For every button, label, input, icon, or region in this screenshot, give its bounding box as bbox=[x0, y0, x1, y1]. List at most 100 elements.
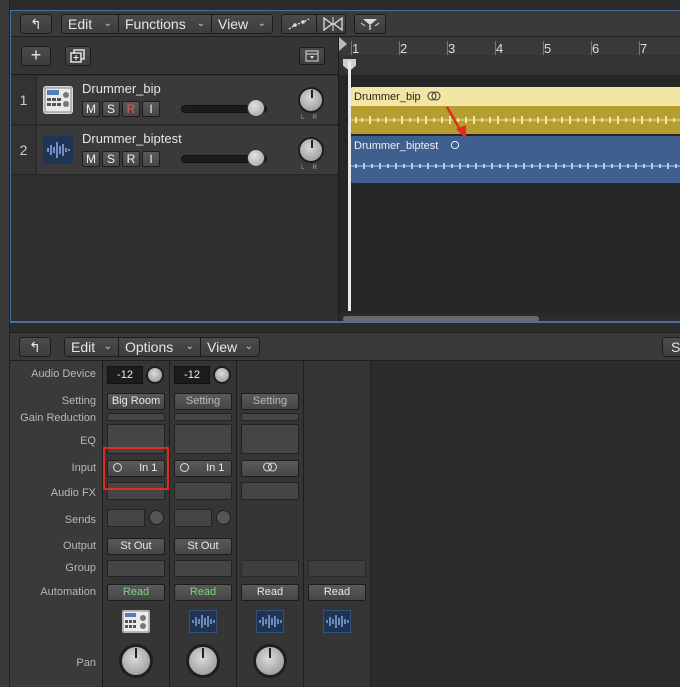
edit-menu[interactable]: Edit ⌄ bbox=[62, 15, 119, 33]
track-row[interactable]: 2 Drummer_biptest M S R I L R bbox=[11, 126, 338, 175]
annotation-highlight-box bbox=[103, 447, 169, 490]
mute-button[interactable]: M bbox=[82, 101, 100, 117]
setting-button[interactable]: Big Room bbox=[107, 393, 165, 410]
solo-button[interactable]: S bbox=[102, 151, 120, 167]
left-locator-marker[interactable] bbox=[339, 37, 347, 51]
mixer-filter-button[interactable]: S bbox=[662, 337, 680, 357]
region-drummer-biptest[interactable]: Drummer_biptest bbox=[351, 136, 680, 183]
scrollbar-thumb[interactable] bbox=[343, 316, 539, 321]
pan-knob[interactable] bbox=[186, 644, 220, 678]
group-slot[interactable] bbox=[308, 560, 366, 577]
track-name[interactable]: Drummer_bip bbox=[82, 81, 161, 96]
audio-fx-slot[interactable] bbox=[241, 482, 299, 500]
back-arrow-icon: ↰ bbox=[30, 16, 42, 32]
group-slot[interactable] bbox=[107, 560, 165, 577]
track-number: 2 bbox=[11, 126, 37, 174]
pan-knob[interactable] bbox=[119, 644, 153, 678]
audio-fx-slot[interactable] bbox=[174, 482, 232, 500]
label-sends: Sends bbox=[64, 514, 96, 526]
setting-button[interactable]: Setting bbox=[241, 393, 299, 410]
setting-button[interactable]: Setting bbox=[174, 393, 232, 410]
volume-fader-handle[interactable] bbox=[247, 99, 265, 117]
record-enable-button[interactable]: R bbox=[122, 151, 140, 167]
automation-tool-button[interactable] bbox=[282, 15, 317, 33]
playhead-line[interactable] bbox=[348, 61, 351, 311]
audio-device-knob[interactable] bbox=[213, 366, 231, 384]
functions-menu[interactable]: Functions ⌄ bbox=[119, 15, 212, 33]
automation-curve-icon bbox=[288, 18, 310, 30]
tool-group bbox=[281, 14, 346, 34]
mute-button[interactable]: M bbox=[82, 151, 100, 167]
automation-mode-button[interactable]: Read bbox=[107, 584, 165, 601]
input-slot[interactable] bbox=[241, 460, 299, 477]
ruler-bar-number: 5 bbox=[544, 41, 552, 56]
flex-tool-button[interactable] bbox=[317, 15, 349, 33]
input-slot[interactable]: In 1 bbox=[174, 460, 232, 477]
region-name: Drummer_biptest bbox=[354, 140, 461, 152]
track-list-empty-area bbox=[11, 176, 338, 321]
audio-device-knob[interactable] bbox=[146, 366, 164, 384]
mixer-menu-group: Edit ⌄ Options ⌄ View ⌄ bbox=[64, 337, 260, 357]
audio-device-gain[interactable]: -12 bbox=[174, 366, 210, 384]
region-drummer-bip[interactable]: Drummer_bip bbox=[351, 87, 680, 134]
options-menu[interactable]: Options ⌄ bbox=[119, 338, 201, 356]
back-button[interactable]: ↰ bbox=[19, 337, 51, 357]
ruler-bar-number: 3 bbox=[448, 41, 456, 56]
send-slot[interactable] bbox=[174, 509, 212, 527]
arrange-area[interactable]: 1 2 3 4 5 6 7 Drummer_bip Drummer_biptes… bbox=[338, 37, 680, 321]
output-slot[interactable]: St Out bbox=[107, 538, 165, 555]
input-monitor-button[interactable]: I bbox=[142, 151, 160, 167]
pan-lr-label: L R bbox=[301, 165, 318, 171]
horizontal-scrollbar[interactable] bbox=[339, 313, 680, 321]
back-button[interactable]: ↰ bbox=[20, 14, 52, 34]
edit-menu[interactable]: Edit ⌄ bbox=[65, 338, 119, 356]
automation-mode-button[interactable]: Read bbox=[241, 584, 299, 601]
ruler-cycle-strip bbox=[339, 55, 680, 75]
pan-knob[interactable] bbox=[298, 137, 324, 163]
catch-playhead-button[interactable] bbox=[354, 14, 386, 34]
label-gain-reduction: Gain Reduction bbox=[20, 412, 96, 424]
playhead-catch-icon bbox=[360, 19, 380, 30]
eq-display[interactable] bbox=[174, 424, 232, 454]
channel-strip-4: Read bbox=[304, 361, 371, 687]
chevron-down-icon: ⌄ bbox=[103, 341, 112, 352]
volume-fader-handle[interactable] bbox=[247, 149, 265, 167]
label-output: Output bbox=[62, 540, 96, 552]
region-waveform bbox=[351, 106, 680, 134]
add-track-button[interactable]: + bbox=[21, 46, 51, 66]
audio-device-gain[interactable]: -12 bbox=[107, 366, 143, 384]
chevron-down-icon: ⌄ bbox=[185, 341, 194, 352]
gain-reduction-meter bbox=[241, 413, 299, 421]
tracks-toolbar: ↰ Edit ⌄ Functions ⌄ View ⌄ bbox=[11, 11, 680, 37]
group-slot[interactable] bbox=[241, 560, 299, 577]
view-menu[interactable]: View ⌄ bbox=[201, 338, 259, 356]
waveform-icon bbox=[43, 136, 73, 164]
track-list-options-button[interactable] bbox=[299, 47, 325, 65]
label-eq: EQ bbox=[80, 435, 96, 447]
input-monitor-button[interactable]: I bbox=[142, 101, 160, 117]
duplicate-track-button[interactable] bbox=[65, 46, 91, 66]
pan-knob[interactable] bbox=[298, 87, 324, 113]
output-slot[interactable]: St Out bbox=[174, 538, 232, 555]
group-slot[interactable] bbox=[174, 560, 232, 577]
track-name[interactable]: Drummer_biptest bbox=[82, 131, 182, 146]
bar-ruler[interactable]: 1 2 3 4 5 6 7 bbox=[339, 37, 680, 75]
pan-knob[interactable] bbox=[253, 644, 287, 678]
send-level-knob[interactable] bbox=[216, 510, 231, 525]
loop-link-icon bbox=[427, 91, 441, 101]
track-list-header: + bbox=[11, 37, 338, 75]
ruler-bar-number: 7 bbox=[640, 41, 648, 56]
solo-button[interactable]: S bbox=[102, 101, 120, 117]
ruler-bar-number: 1 bbox=[352, 41, 360, 56]
record-enable-button[interactable]: R bbox=[122, 101, 140, 117]
track-buttons: M S R I bbox=[82, 101, 160, 117]
automation-mode-button[interactable]: Read bbox=[308, 584, 366, 601]
eq-display[interactable] bbox=[241, 424, 299, 454]
automation-mode-button[interactable]: Read bbox=[174, 584, 232, 601]
send-slot[interactable] bbox=[107, 509, 145, 527]
input-format-icon bbox=[180, 463, 189, 472]
waveform-icon bbox=[322, 609, 352, 634]
view-menu[interactable]: View ⌄ bbox=[212, 15, 272, 33]
track-row[interactable]: 1 Drummer_bip M S R I L R bbox=[11, 76, 338, 125]
send-level-knob[interactable] bbox=[149, 510, 164, 525]
